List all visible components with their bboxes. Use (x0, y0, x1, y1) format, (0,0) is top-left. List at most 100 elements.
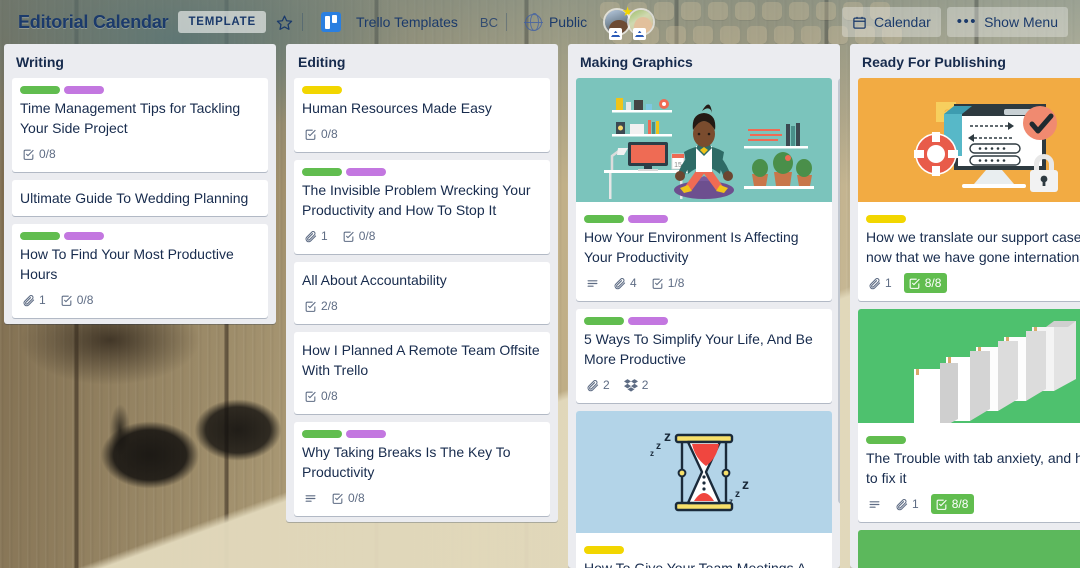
card-cover-image (858, 530, 1080, 568)
card[interactable]: Why Taking Breaks Is The Key To Producti… (294, 422, 550, 516)
card-labels (584, 544, 824, 558)
card-title: The Trouble with tab anxiety, and how to… (866, 450, 1080, 486)
card-title: 5 Ways To Simplify Your Life, And Be Mor… (584, 331, 813, 367)
attachment-count: 4 (630, 276, 637, 290)
label-green[interactable] (866, 436, 906, 444)
svg-text:z: z (650, 449, 654, 458)
list-scrollbar[interactable] (838, 78, 840, 562)
card-title: Ultimate Guide To Wedding Planning (20, 190, 249, 206)
card[interactable] (858, 530, 1080, 568)
label-yellow[interactable] (302, 86, 342, 94)
list-title[interactable]: Ready For Publishing (850, 44, 1080, 78)
attachment-icon (586, 379, 599, 392)
dropbox-icon (623, 378, 638, 392)
card[interactable]: Human Resources Made Easy 0/8 (294, 78, 550, 152)
attachment-icon (613, 277, 626, 290)
card-labels (866, 213, 1080, 227)
card-badges: 1 0/8 (302, 222, 542, 250)
card[interactable]: Time Management Tips for Tackling Your S… (12, 78, 268, 172)
card[interactable]: How I Planned A Remote Team Offsite With… (294, 332, 550, 414)
dropbox-count: 2 (641, 378, 649, 392)
label-purple[interactable] (346, 430, 386, 438)
description-badge (302, 488, 319, 508)
list-making-graphics[interactable]: Making Graphics 15 How Your Environment … (568, 44, 840, 568)
card[interactable]: ? (858, 78, 1080, 301)
checklist-count: 1/8 (667, 276, 685, 290)
avatar[interactable] (627, 8, 656, 40)
description-icon (304, 492, 317, 505)
template-badge[interactable]: TEMPLATE (178, 11, 266, 33)
card[interactable]: z z z z z z How To Give Your Team Meetin… (576, 411, 832, 568)
card-badges: 2 2 (584, 371, 824, 399)
attachment-badge: 1 (893, 494, 921, 514)
label-yellow[interactable] (584, 546, 624, 554)
card-badges: 0/8 (302, 382, 542, 410)
label-green[interactable] (20, 86, 60, 94)
ellipsis-icon: ••• (956, 13, 978, 30)
team-link[interactable]: Trello Templates (311, 7, 468, 37)
label-purple[interactable] (346, 168, 386, 176)
label-yellow[interactable] (866, 215, 906, 223)
card[interactable]: The Trouble with tab anxiety, and how to… (858, 309, 1080, 522)
checklist-badge: 0/8 (340, 226, 378, 246)
board-canvas[interactable]: Writing Time Management Tips for Tacklin… (0, 44, 1080, 568)
label-purple[interactable] (628, 317, 668, 325)
card-title: Time Management Tips for Tackling Your S… (20, 100, 241, 136)
list-title[interactable]: Editing (286, 44, 558, 78)
star-board-button[interactable] (266, 8, 294, 36)
checklist-icon (342, 230, 355, 243)
board-header: Editorial Calendar TEMPLATE Trello Templ… (0, 0, 1080, 44)
checklist-icon (935, 498, 948, 511)
card[interactable]: 5 Ways To Simplify Your Life, And Be Mor… (576, 309, 832, 403)
card-labels (20, 230, 260, 244)
card[interactable]: How To Find Your Most Productive Hours 1 (12, 224, 268, 318)
checklist-count: 0/8 (39, 147, 56, 161)
card[interactable]: The Invisible Problem Wrecking Your Prod… (294, 160, 550, 254)
card-labels (866, 434, 1080, 448)
list-title[interactable]: Making Graphics (568, 44, 840, 78)
header-divider-1 (301, 13, 303, 31)
label-green[interactable] (584, 317, 624, 325)
checklist-icon (908, 277, 921, 290)
list-editing[interactable]: Editing Human Resources Made Easy 0/8 Th… (286, 44, 558, 522)
list-writing[interactable]: Writing Time Management Tips for Tacklin… (4, 44, 276, 324)
scrollbar-thumb[interactable] (838, 78, 840, 504)
list-title[interactable]: Writing (4, 44, 276, 78)
show-menu-button[interactable]: ••• Show Menu (946, 7, 1068, 37)
attachment-badge: 4 (611, 273, 639, 293)
svg-text:z: z (664, 428, 671, 444)
label-purple[interactable] (64, 86, 104, 94)
label-green[interactable] (20, 232, 60, 240)
card-badges: 0/8 (302, 120, 542, 148)
card[interactable]: Ultimate Guide To Wedding Planning (12, 180, 268, 216)
label-green[interactable] (302, 168, 342, 176)
card[interactable]: 15 How Your Environment Is Affecting You… (576, 78, 832, 301)
label-purple[interactable] (64, 232, 104, 240)
label-green[interactable] (584, 215, 624, 223)
card-cover-image: z z z z z z (576, 411, 832, 538)
list-cards: 15 How Your Environment Is Affecting You… (568, 78, 840, 568)
description-badge (866, 494, 883, 514)
card-badges: 4 1/8 (584, 269, 824, 297)
card-cover-image: ? (858, 78, 1080, 207)
checklist-icon (22, 148, 35, 161)
checklist-icon (304, 128, 317, 141)
card[interactable]: All About Accountability 2/8 (294, 262, 550, 324)
card-title: How To Give Your Team Meetings A (584, 560, 807, 568)
attachment-badge: 1 (866, 273, 894, 293)
attachment-count: 2 (603, 378, 610, 392)
card-labels (302, 166, 542, 180)
admin-badge-icon (609, 28, 623, 40)
label-green[interactable] (302, 430, 342, 438)
globe-icon (524, 12, 543, 32)
attachment-icon (895, 498, 908, 511)
list-ready-for-publishing[interactable]: Ready For Publishing ? (850, 44, 1080, 568)
card-title: How To Find Your Most Productive Hours (20, 246, 234, 282)
label-purple[interactable] (628, 215, 668, 223)
card-title: Human Resources Made Easy (302, 100, 492, 116)
list-cards: ? (850, 78, 1080, 568)
member-avatars: ★ (597, 5, 656, 40)
calendar-button[interactable]: Calendar (841, 7, 941, 37)
visibility-button[interactable]: Public (515, 7, 597, 37)
board-title[interactable]: Editorial Calendar (8, 12, 178, 33)
